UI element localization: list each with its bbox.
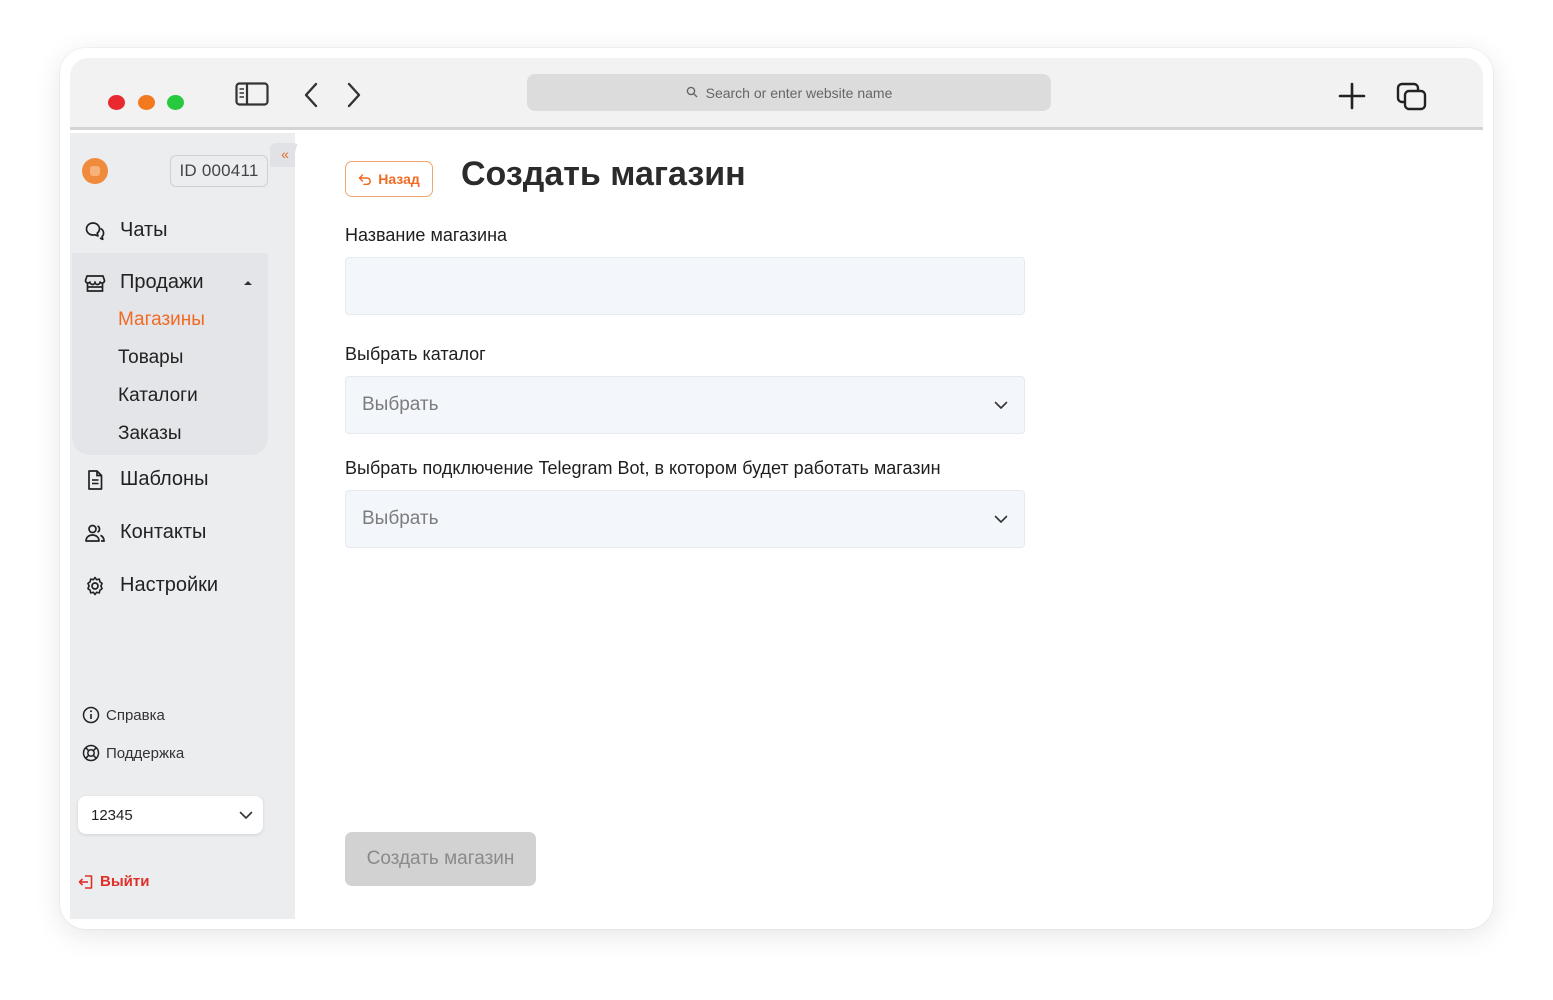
sidebar-item-sales[interactable]: Продажи	[84, 271, 204, 294]
sidebar-subitem-catalogs[interactable]: Каталоги	[118, 385, 198, 407]
back-button-label: Назад	[378, 171, 420, 187]
telegram-bot-select-placeholder: Выбрать	[362, 508, 439, 529]
account-select[interactable]: 12345	[78, 796, 263, 834]
help-label: Справка	[106, 706, 165, 724]
minimize-window-button[interactable]	[138, 95, 155, 110]
store-name-input[interactable]	[345, 257, 1025, 315]
catalog-label: Выбрать каталог	[345, 344, 486, 364]
sidebar-item-contacts[interactable]: Контакты	[84, 521, 206, 544]
sidebar-item-chats[interactable]: Чаты	[84, 219, 168, 242]
back-nav-icon[interactable]	[303, 82, 319, 113]
chat-bubbles-icon	[84, 220, 106, 242]
address-bar-placeholder: Search or enter website name	[705, 84, 893, 101]
sidebar-item-label: Настройки	[120, 574, 219, 596]
lifebuoy-icon	[82, 744, 100, 762]
search-icon	[686, 85, 698, 101]
chevron-down-icon	[239, 807, 253, 824]
sidebar-item-label: Шаблоны	[120, 468, 209, 490]
sidebar-toggle-icon[interactable]	[235, 82, 269, 111]
avatar[interactable]	[82, 158, 108, 184]
store-name-label: Название магазина	[345, 225, 508, 245]
tab-overview-icon[interactable]	[1396, 82, 1428, 117]
telegram-bot-select[interactable]: Выбрать	[345, 490, 1025, 548]
support-label: Поддержка	[106, 744, 185, 762]
sidebar: ID 000411 Чаты Продажи Магазины Товары К…	[70, 133, 295, 919]
support-link[interactable]: Поддержка	[82, 744, 184, 762]
telegram-bot-label: Выбрать подключение Telegram Bot, в кото…	[345, 458, 941, 478]
maximize-window-button[interactable]	[167, 95, 184, 110]
gear-icon	[84, 575, 106, 597]
address-bar[interactable]: Search or enter website name	[527, 74, 1051, 111]
store-icon	[84, 272, 106, 294]
app-area: ID 000411 Чаты Продажи Магазины Товары К…	[70, 133, 1483, 919]
collapse-caret-icon[interactable]	[244, 281, 252, 285]
forward-nav-icon[interactable]	[346, 82, 362, 113]
chevron-down-icon	[994, 508, 1008, 530]
sidebar-subitem-orders[interactable]: Заказы	[118, 423, 182, 445]
back-button[interactable]: Назад	[345, 161, 433, 197]
catalog-select[interactable]: Выбрать	[345, 376, 1025, 434]
sidebar-item-templates[interactable]: Шаблоны	[84, 468, 208, 491]
create-store-button[interactable]: Создать магазин	[345, 832, 536, 886]
sidebar-subitem-stores[interactable]: Магазины	[118, 309, 205, 331]
catalog-select-placeholder: Выбрать	[362, 394, 439, 415]
close-window-button[interactable]	[108, 95, 125, 110]
logout-button[interactable]: Выйти	[78, 873, 149, 890]
logout-icon	[78, 874, 94, 890]
info-icon	[82, 706, 100, 724]
new-tab-icon[interactable]	[1338, 82, 1366, 115]
return-arrow-icon	[358, 173, 372, 185]
help-link[interactable]: Справка	[82, 706, 165, 724]
document-icon	[84, 469, 106, 491]
sidebar-item-label: Чаты	[120, 219, 168, 241]
sidebar-item-label: Контакты	[120, 521, 207, 543]
logout-label: Выйти	[100, 873, 150, 890]
chevron-down-icon	[994, 394, 1008, 416]
browser-window: Search or enter website name ID 000411 Ч…	[60, 48, 1493, 929]
user-id-badge: ID 000411	[170, 155, 268, 187]
page-title: Создать магазин	[461, 155, 746, 193]
sidebar-subitem-products[interactable]: Товары	[118, 347, 183, 369]
account-select-value: 12345	[91, 806, 133, 824]
browser-toolbar: Search or enter website name	[70, 58, 1483, 130]
main-content: Назад Создать магазин Название магазина …	[295, 133, 1483, 919]
users-icon	[84, 522, 106, 544]
sidebar-item-label: Продажи	[120, 271, 204, 293]
sidebar-item-settings[interactable]: Настройки	[84, 574, 218, 597]
